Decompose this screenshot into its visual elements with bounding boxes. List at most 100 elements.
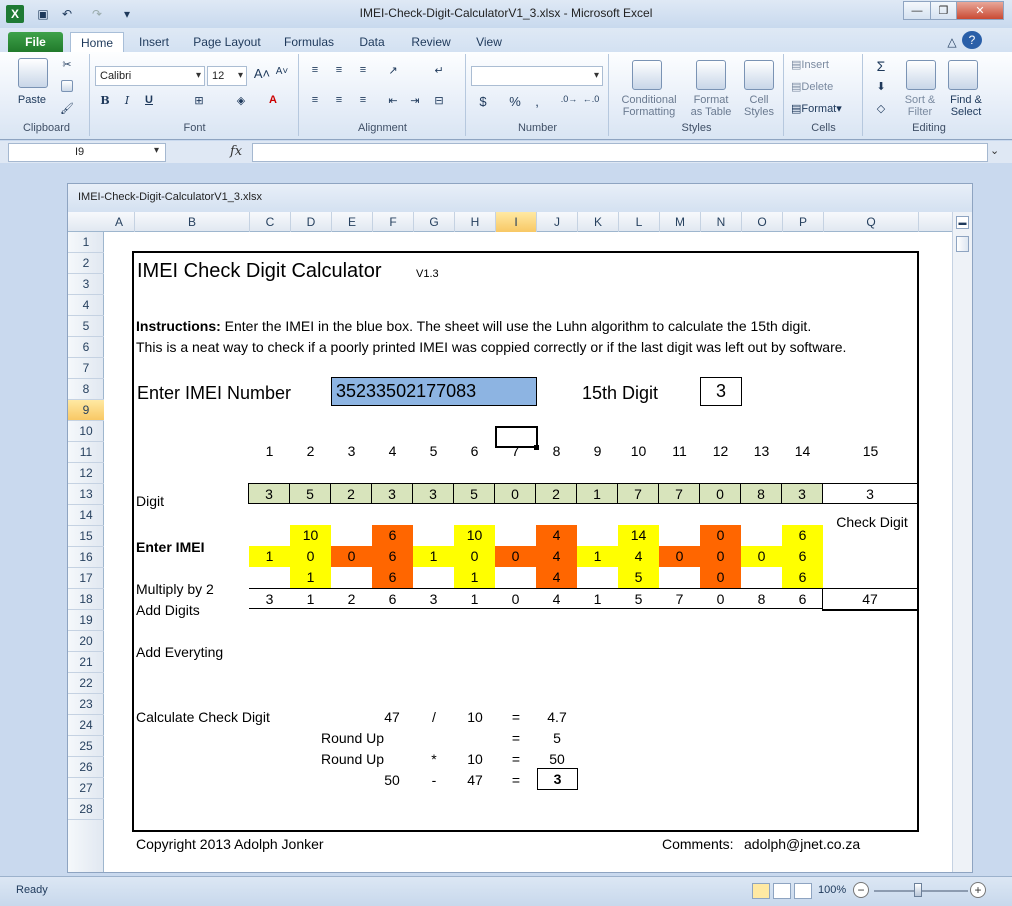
calc-r24-a: 50 [384, 772, 400, 788]
digit-number-15: 15 [862, 443, 879, 459]
sheet-content: IMEI Check Digit Calculator V1.3 Instruc… [0, 0, 1012, 906]
check-digit-label: Check Digit [836, 514, 908, 530]
digit-number-14: 14 [794, 443, 811, 459]
imei-digit-2: 5 [289, 483, 331, 504]
digit15-label: 15th Digit [582, 383, 659, 403]
imei-digit-15: 3 [822, 483, 918, 504]
add-digits-cell-5: 1 [413, 546, 454, 567]
zoom-slider-thumb[interactable] [914, 883, 922, 897]
digit-number-11: 11 [672, 443, 687, 459]
enter-imei-label: Enter IMEI Number [137, 383, 292, 403]
comments-email: adolph@jnet.co.za [744, 836, 861, 852]
instructions-line-1: Instructions: Enter the IMEI in the blue… [136, 316, 811, 336]
add-digits-cell-11: 0 [659, 546, 700, 567]
digit-number-3: 3 [347, 443, 356, 459]
add-digits-cell-7: 0 [495, 546, 536, 567]
multiply-cell-2: 10 [290, 525, 331, 546]
instructions-text: Enter the IMEI in the blue box. The shee… [220, 318, 812, 334]
digit-number-1: 1 [265, 443, 274, 459]
calc-r23-eq: = [511, 751, 521, 767]
multiply-cell-8: 4 [536, 525, 577, 546]
digit-number-8: 8 [552, 443, 561, 459]
instructions-line-2: This is a neat way to check if a poorly … [136, 339, 847, 355]
zoom-level[interactable]: 100% [818, 884, 846, 896]
digit-number-2: 2 [306, 443, 315, 459]
add-digits-cell-9: 1 [577, 546, 618, 567]
add-digits2-cell-6: 1 [454, 567, 495, 588]
calc-r23-op: * [431, 751, 437, 767]
sum-digit-14: 6 [782, 588, 823, 609]
add-digits-cell-13: 0 [741, 546, 782, 567]
digit-label: Digit [136, 493, 165, 509]
sum-digit-6: 1 [454, 588, 495, 609]
calc-r21-a: 47 [384, 709, 400, 725]
multiply-cell-10: 14 [618, 525, 659, 546]
calc-check-digit-label: Calculate Check Digit [136, 709, 270, 725]
sum-digit-11: 7 [659, 588, 700, 609]
comments-label: Comments: [662, 836, 734, 852]
sum-digit-13: 8 [741, 588, 782, 609]
add-digits2-cell-4: 6 [372, 567, 413, 588]
sum-digit-8: 4 [536, 588, 577, 609]
add-digits2-cell-2: 1 [290, 567, 331, 588]
multiply-cell-14: 6 [782, 525, 823, 546]
multiply-cell-4: 6 [372, 525, 413, 546]
add-everything-label: Add Everyting [136, 644, 224, 660]
calc-r23-result: 50 [549, 751, 565, 767]
sum-digit-4: 6 [372, 588, 413, 609]
version-label: V1.3 [416, 268, 439, 280]
sum-digit-3: 2 [331, 588, 372, 609]
digit-number-13: 13 [753, 443, 770, 459]
check-digit-result: 3 [537, 768, 578, 790]
digit-number-12: 12 [712, 443, 729, 459]
instructions-label: Instructions: [136, 318, 221, 334]
add-digits-cell-10: 4 [618, 546, 659, 567]
add-digits2-cell-12: 0 [700, 567, 741, 588]
calc-r21-result: 4.7 [547, 709, 567, 725]
sum-total: 47 [822, 588, 918, 611]
digit-number-6: 6 [470, 443, 479, 459]
calc-r21-eq: = [511, 709, 521, 725]
digit-number-5: 5 [429, 443, 438, 459]
page-layout-view-icon[interactable] [773, 883, 791, 899]
imei-digit-11: 7 [658, 483, 700, 504]
digit-number-9: 9 [593, 443, 602, 459]
imei-input-box[interactable]: 35233502177083 [331, 377, 537, 406]
add-digits-cell-3: 0 [331, 546, 372, 567]
add-digits2-cell-8: 4 [536, 567, 577, 588]
imei-digit-6: 5 [453, 483, 495, 504]
sum-digit-10: 5 [618, 588, 659, 609]
calc-r24-eq: = [511, 772, 521, 788]
add-digits-cell-4: 6 [372, 546, 413, 567]
add-digits-cell-14: 6 [782, 546, 823, 567]
calc-r23-b: 10 [467, 751, 483, 767]
imei-digit-10: 7 [617, 483, 659, 504]
zoom-out-icon[interactable]: − [853, 882, 869, 898]
imei-digit-1: 3 [248, 483, 290, 504]
sum-digit-12: 0 [700, 588, 741, 609]
imei-digit-9: 1 [576, 483, 618, 504]
add-digits-cell-1: 1 [249, 546, 290, 567]
imei-digit-14: 3 [781, 483, 823, 504]
digit-number-7: 7 [511, 443, 520, 459]
sum-digit-5: 3 [413, 588, 454, 609]
multiply-cell-6: 10 [454, 525, 495, 546]
imei-digit-12: 0 [699, 483, 741, 504]
sheet-title: IMEI Check Digit Calculator [137, 260, 382, 282]
status-ready: Ready [16, 884, 48, 896]
digit15-value: 3 [700, 377, 742, 406]
digit-number-4: 4 [388, 443, 397, 459]
sum-digit-2: 1 [290, 588, 331, 609]
imei-digit-5: 3 [412, 483, 454, 504]
imei-digit-3: 2 [330, 483, 372, 504]
calc-r22-label: Round Up [321, 730, 385, 746]
imei-digit-7: 0 [494, 483, 536, 504]
zoom-in-icon[interactable]: + [970, 882, 986, 898]
imei-digit-4: 3 [371, 483, 413, 504]
page-break-view-icon[interactable] [794, 883, 812, 899]
add-digits2-cell-10: 5 [618, 567, 659, 588]
sum-digit-1: 3 [249, 588, 290, 609]
normal-view-icon[interactable] [752, 883, 770, 899]
calc-r24-op: - [431, 772, 437, 788]
calc-r22-result: 5 [553, 730, 561, 746]
